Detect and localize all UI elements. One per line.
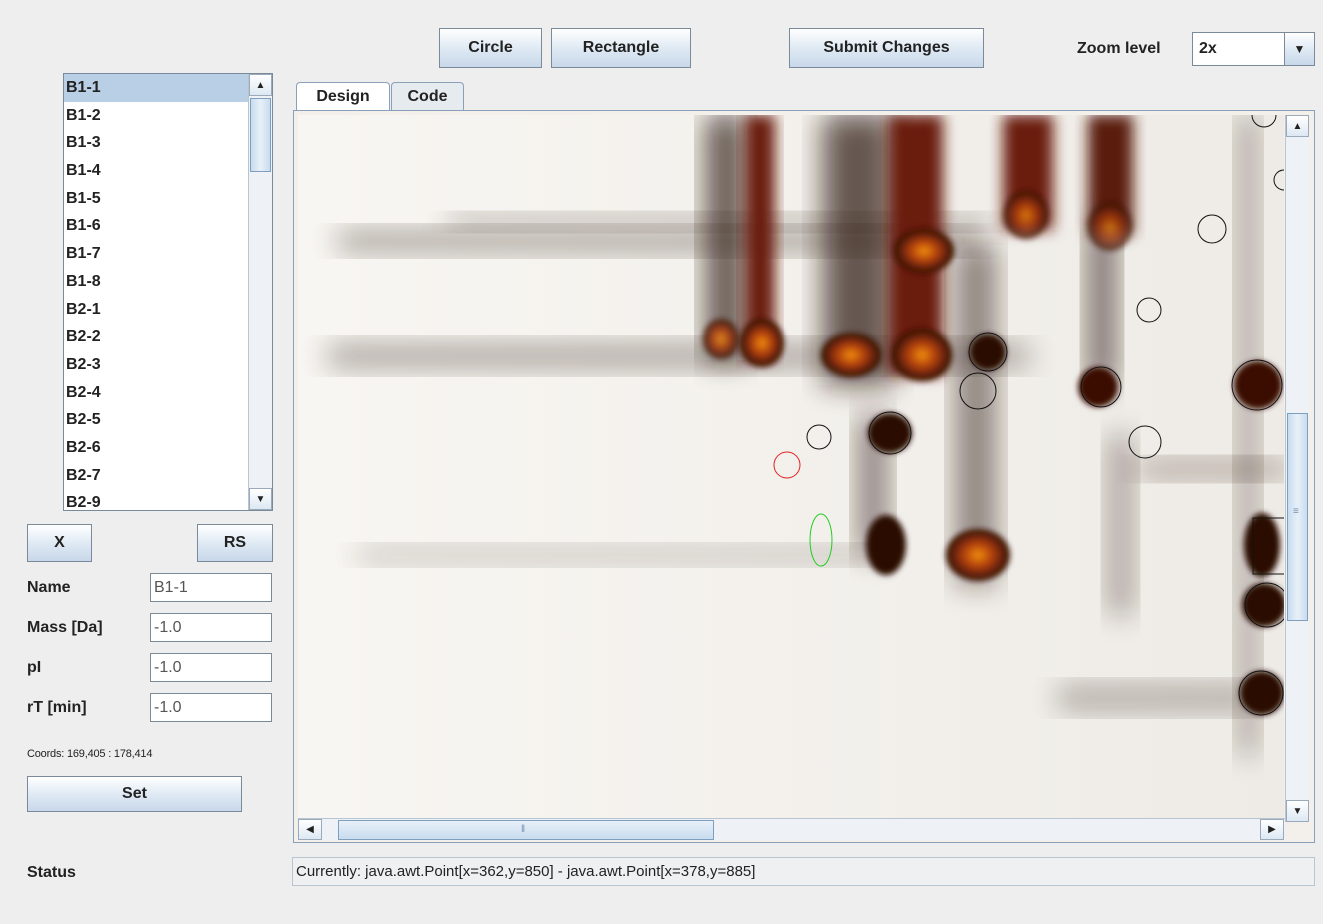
pi-field[interactable] <box>150 653 272 682</box>
list-scrollbar[interactable]: ▲ ▼ <box>248 74 272 510</box>
vertical-scroll-thumb[interactable]: ≡ <box>1287 413 1308 621</box>
list-item[interactable]: B2-4 <box>64 379 248 407</box>
tab-design[interactable]: Design <box>296 82 390 110</box>
list-item[interactable]: B1-3 <box>64 129 248 157</box>
coords-readout: Coords: 169,405 : 178,414 <box>27 748 153 760</box>
chevron-down-icon[interactable]: ▼ <box>1284 33 1314 65</box>
mass-label: Mass [Da] <box>27 619 103 636</box>
rt-label: rT [min] <box>27 699 87 716</box>
rectangle-button[interactable]: Rectangle <box>551 28 691 68</box>
scroll-up-icon[interactable]: ▲ <box>249 74 272 96</box>
set-button[interactable]: Set <box>27 776 242 812</box>
horizontal-scrollbar[interactable]: ◀ ‖ ▶ <box>298 818 1285 840</box>
list-item[interactable]: B1-6 <box>64 212 248 240</box>
circle-button[interactable]: Circle <box>439 28 542 68</box>
list-item[interactable]: B1-5 <box>64 185 248 213</box>
status-label: Status <box>27 864 76 881</box>
tab-code[interactable]: Code <box>391 82 464 110</box>
scroll-up-icon[interactable]: ▲ <box>1286 115 1309 137</box>
delete-x-button[interactable]: X <box>27 524 92 562</box>
list-item[interactable]: B1-8 <box>64 268 248 296</box>
spot-list[interactable]: B1-1 B1-2 B1-3 B1-4 B1-5 B1-6 B1-7 B1-8 B2-1 B2-2… <box>63 73 273 511</box>
list-item[interactable]: B2-3 <box>64 351 248 379</box>
scroll-right-icon[interactable]: ▶ <box>1260 819 1284 840</box>
list-item[interactable]: B2-9 <box>64 489 248 510</box>
status-field: Currently: java.awt.Point[x=362,y=850] -… <box>292 857 1315 886</box>
scroll-down-icon[interactable]: ▼ <box>1286 800 1309 822</box>
gel-image[interactable] <box>298 115 1284 822</box>
zoom-level-label: Zoom level <box>1077 40 1161 57</box>
list-item[interactable]: B2-7 <box>64 462 248 490</box>
scroll-left-icon[interactable]: ◀ <box>298 819 322 840</box>
list-item[interactable]: B2-1 <box>64 296 248 324</box>
zoom-level-value: 2x <box>1199 40 1217 57</box>
spot-list-items: B1-1 B1-2 B1-3 B1-4 B1-5 B1-6 B1-7 B1-8 B2-1 B2-2… <box>64 74 248 510</box>
list-item[interactable]: B1-4 <box>64 157 248 185</box>
name-field[interactable] <box>150 573 272 602</box>
list-item[interactable]: B1-1 <box>64 74 248 102</box>
list-item[interactable]: B1-7 <box>64 240 248 268</box>
horizontal-scroll-thumb[interactable]: ‖ <box>338 820 714 840</box>
name-label: Name <box>27 579 71 596</box>
list-item[interactable]: B1-2 <box>64 102 248 130</box>
rt-field[interactable] <box>150 693 272 722</box>
mass-field[interactable] <box>150 613 272 642</box>
list-item[interactable]: B2-5 <box>64 406 248 434</box>
gel-canvas-panel[interactable]: ▲ ≡ ▼ ◀ ‖ ▶ <box>293 110 1315 843</box>
submit-changes-button[interactable]: Submit Changes <box>789 28 984 68</box>
vertical-scrollbar[interactable]: ▲ ≡ ▼ <box>1285 115 1309 822</box>
list-item[interactable]: B2-6 <box>64 434 248 462</box>
list-scroll-thumb[interactable] <box>250 98 271 172</box>
scroll-down-icon[interactable]: ▼ <box>249 488 272 510</box>
list-item[interactable]: B2-2 <box>64 323 248 351</box>
pi-label: pI <box>27 659 42 676</box>
rs-button[interactable]: RS <box>197 524 273 562</box>
zoom-level-select[interactable]: 2x ▼ <box>1192 32 1315 66</box>
